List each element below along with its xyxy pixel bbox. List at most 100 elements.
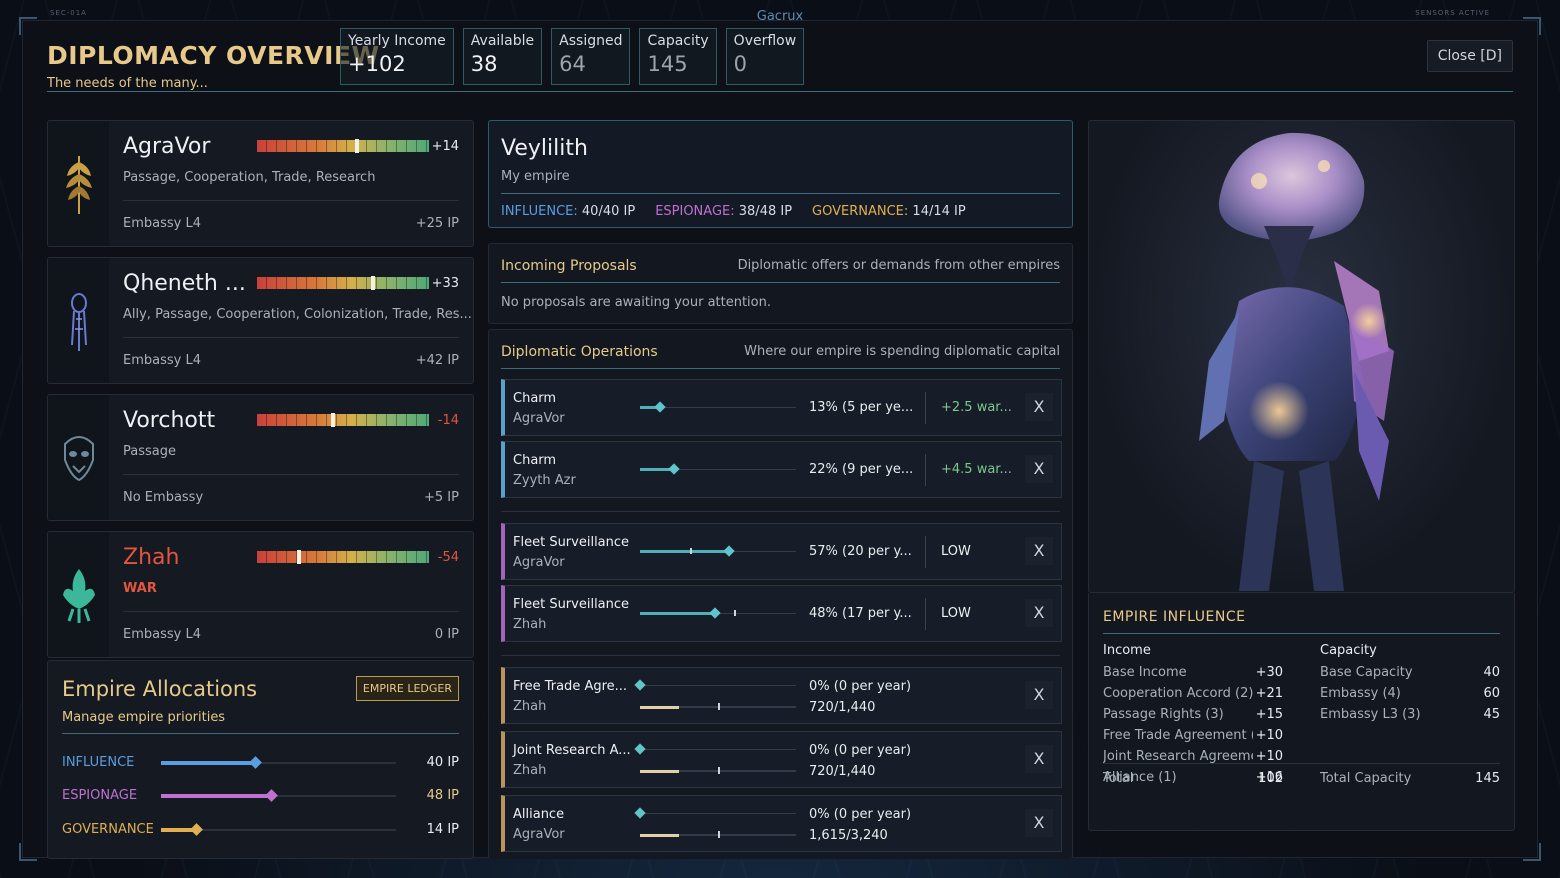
frame-corner (1523, 843, 1541, 861)
my-empire-stat-espionage: ESPIONAGE: 38/48 IP (655, 204, 792, 219)
allocation-fill (161, 794, 272, 798)
allocation-row-influence: INFLUENCE 40 IP (62, 753, 459, 773)
operation-name: Joint Research A... (513, 743, 631, 758)
operation-progress: 720/1,440 (809, 764, 876, 779)
operation-row[interactable]: Joint Research A... Zhah 0% (0 per year)… (501, 731, 1062, 788)
relation-marker (330, 413, 335, 427)
stat-capacity: Capacity 145 (639, 28, 717, 85)
operation-row[interactable]: Fleet Surveillance AgraVor 57% (20 per y… (501, 523, 1062, 580)
embassy-level: No Embassy (123, 490, 204, 505)
operation-slider[interactable] (640, 463, 796, 475)
remove-operation-button[interactable]: X (1025, 681, 1053, 709)
operation-slider[interactable] (634, 679, 796, 691)
remove-operation-button[interactable]: X (1025, 455, 1053, 483)
relation-marker (355, 139, 360, 153)
remove-operation-button[interactable]: X (1025, 537, 1053, 565)
operation-row[interactable]: Alliance AgraVor 0% (0 per year) 1,615/3… (501, 795, 1062, 852)
allocation-slider[interactable] (161, 756, 396, 769)
remove-operation-button[interactable]: X (1025, 393, 1053, 421)
allocation-knob[interactable] (190, 823, 204, 836)
wheat-icon (65, 155, 92, 214)
operation-fill (640, 612, 715, 615)
operation-row[interactable]: Fleet Surveillance Zhah 48% (17 per y...… (501, 585, 1062, 642)
operation-slider[interactable] (640, 607, 796, 619)
stat-value: +102 (348, 52, 406, 76)
operation-effect: LOW (941, 606, 971, 621)
operation-target: AgraVor (513, 555, 565, 570)
section-divider (501, 368, 1060, 369)
frame-corner (1523, 17, 1541, 35)
operation-knob[interactable] (634, 807, 646, 819)
empire-list: AgraVor +14 Passage, Cooperation, Trade,… (47, 120, 474, 668)
operation-knob[interactable] (634, 743, 646, 755)
my-empire-panel: Veylilith My empire INFLUENCE: 40/40 IP … (488, 120, 1073, 228)
income-value: +30 (1255, 665, 1283, 680)
operation-row[interactable]: Charm Zyyth Azr 22% (9 per ye... +4.5 wa… (501, 441, 1062, 498)
operation-slider[interactable] (640, 401, 796, 413)
operation-name: Free Trade Agre... (513, 679, 628, 694)
remove-operation-button[interactable]: X (1025, 599, 1053, 627)
operation-progress-fill (640, 834, 679, 837)
card-divider (123, 337, 459, 338)
operation-knob[interactable] (709, 607, 721, 619)
capacity-total: Total Capacity 145 (1320, 771, 1500, 786)
allocation-slider[interactable] (161, 823, 396, 836)
operation-name: Fleet Surveillance (513, 597, 630, 612)
empire-card-qheneth[interactable]: Qheneth ... +33 Ally, Passage, Cooperati… (47, 257, 474, 384)
empire-card-zhah[interactable]: Zhah -54 WAR Embassy L4 0 IP (47, 531, 474, 658)
mask-icon (63, 435, 94, 481)
remove-operation-button[interactable]: X (1025, 809, 1053, 837)
remove-operation-button[interactable]: X (1025, 745, 1053, 773)
income-value: +15 (1255, 707, 1283, 722)
operation-row[interactable]: Free Trade Agre... Zhah 0% (0 per year) … (501, 667, 1062, 724)
allocation-knob[interactable] (249, 756, 262, 769)
capacity-column: Capacity Base Capacity 40 Embassy (4) 60 E… (1320, 643, 1500, 728)
empire-traits: Passage, Cooperation, Trade, Research (123, 170, 376, 185)
operation-threshold-tick (689, 548, 692, 554)
empire-card-agravor[interactable]: AgraVor +14 Passage, Cooperation, Trade,… (47, 120, 474, 247)
empire-allocations-panel: Empire Allocations Manage empire priorit… (47, 660, 474, 859)
capacity-heading: Capacity (1320, 643, 1377, 658)
allocation-knob[interactable] (265, 789, 279, 802)
operation-row[interactable]: Charm AgraVor 13% (5 per ye... +2.5 war.… (501, 379, 1062, 436)
income-row: Passage Rights (3) +15 (1103, 707, 1283, 728)
empire-ledger-button[interactable]: EMPIRE LEDGER (355, 676, 459, 701)
embassy-level: Embassy L4 (123, 216, 201, 231)
operation-target: AgraVor (513, 827, 565, 842)
section-divider (501, 282, 1060, 283)
capacity-row: Embassy L3 (3) 45 (1320, 707, 1500, 728)
totals-divider (1103, 763, 1500, 764)
close-button[interactable]: Close [D] (1426, 40, 1513, 72)
war-status: WAR (123, 581, 157, 596)
operation-knob[interactable] (668, 463, 680, 475)
capacity-label: Embassy (4) (1320, 686, 1401, 701)
capacity-value: 60 (1483, 686, 1500, 701)
operation-knob[interactable] (634, 679, 646, 691)
empire-card-vorchott[interactable]: Vorchott -14 Passage No Embassy +5 IP (47, 394, 474, 521)
stat-label: ESPIONAGE: (655, 204, 735, 219)
income-value: +21 (1255, 686, 1283, 701)
operation-percent: 0% (0 per year) (809, 743, 912, 758)
my-empire-stat-governance: GOVERNANCE: 14/14 IP (812, 204, 966, 219)
income-label: Cooperation Accord (2) (1103, 686, 1253, 701)
operation-slider[interactable] (634, 807, 796, 819)
operation-knob[interactable] (654, 401, 666, 413)
stat-bar: Yearly Income +102 Available 38 Assigned… (340, 28, 805, 85)
relation-value: +33 (431, 276, 459, 291)
capacity-label: Base Capacity (1320, 665, 1413, 680)
operation-slider[interactable] (634, 743, 796, 755)
operation-progress-bar (640, 831, 796, 838)
page-title: DIPLOMACY OVERVIEW (47, 41, 380, 70)
total-capacity-value: 145 (1475, 771, 1500, 786)
relation-value: -54 (437, 550, 459, 565)
operation-effect: LOW (941, 544, 971, 559)
operation-slider[interactable] (640, 545, 796, 557)
ip-value: 0 IP (434, 627, 459, 642)
operation-target: Zhah (513, 617, 547, 632)
operation-percent: 57% (20 per y... (809, 544, 912, 559)
allocation-slider[interactable] (161, 789, 396, 802)
income-row: Cooperation Accord (2) +21 (1103, 686, 1283, 707)
income-total: Total 102 (1103, 771, 1283, 786)
allocations-subtitle: Manage empire priorities (62, 710, 226, 725)
operation-knob[interactable] (723, 545, 735, 557)
